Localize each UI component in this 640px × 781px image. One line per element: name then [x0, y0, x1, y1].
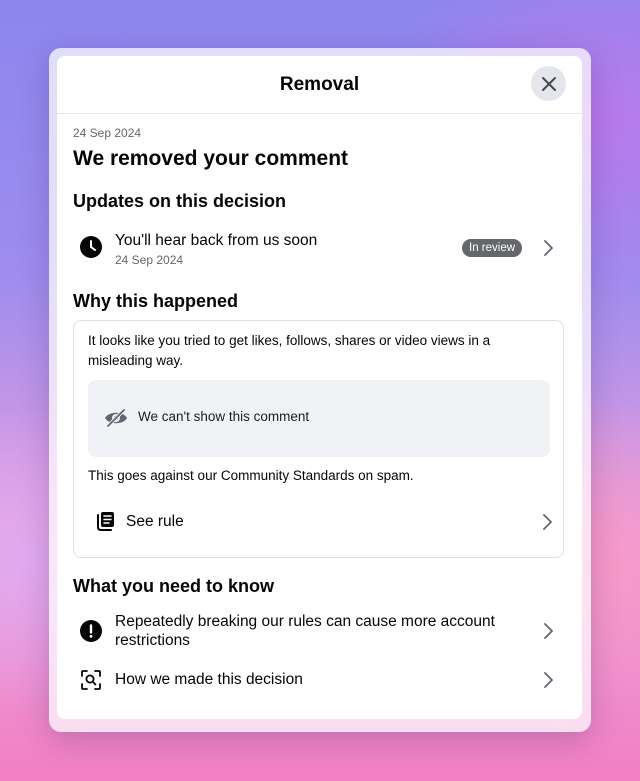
exclamation-icon	[80, 620, 102, 642]
update-status-date: 24 Sep 2024	[115, 253, 184, 267]
update-status-label: You'll hear back from us soon	[115, 232, 318, 249]
close-icon	[541, 76, 556, 91]
magnify-scan-icon	[81, 670, 101, 690]
know-section-title: What you need to know	[73, 576, 274, 596]
status-badge: In review	[462, 239, 523, 257]
removal-dialog: Removal 24 Sep 2024 We removed your comm…	[57, 56, 582, 719]
know-item-label: Repeatedly breaking our rules can cause …	[115, 613, 495, 649]
know-item-how-decided[interactable]: How we made this decision	[57, 662, 582, 698]
dialog-header: Removal	[57, 56, 582, 114]
rulebook-icon	[97, 512, 114, 531]
dialog-title: Removal	[279, 74, 360, 95]
see-rule-button[interactable]: See rule	[88, 507, 552, 537]
why-card: It looks like you tried to get likes, fo…	[73, 320, 564, 558]
clock-icon	[80, 236, 102, 258]
why-section-title: Why this happened	[73, 291, 239, 311]
see-rule-label: See rule	[126, 513, 184, 530]
why-explanation: It looks like you tried to get likes, fo…	[88, 333, 491, 368]
know-item-label: How we made this decision	[115, 671, 303, 688]
removal-date: 24 Sep 2024	[73, 126, 142, 140]
chevron-right-icon	[544, 240, 553, 256]
chevron-right-icon	[544, 623, 553, 639]
know-item-restrictions[interactable]: Repeatedly breaking our rules can cause …	[57, 608, 582, 656]
updates-section-title: Updates on this decision	[73, 191, 287, 211]
chevron-right-icon	[544, 672, 553, 688]
page-title: We removed your comment	[73, 147, 349, 170]
community-standards-text: This goes against our Community Standard…	[88, 468, 414, 483]
eye-slash-icon	[105, 408, 127, 428]
chevron-right-icon	[543, 514, 552, 530]
close-button[interactable]	[531, 66, 566, 101]
hidden-comment-box: We can't show this comment	[88, 380, 550, 457]
hidden-comment-text: We can't show this comment	[138, 409, 310, 424]
